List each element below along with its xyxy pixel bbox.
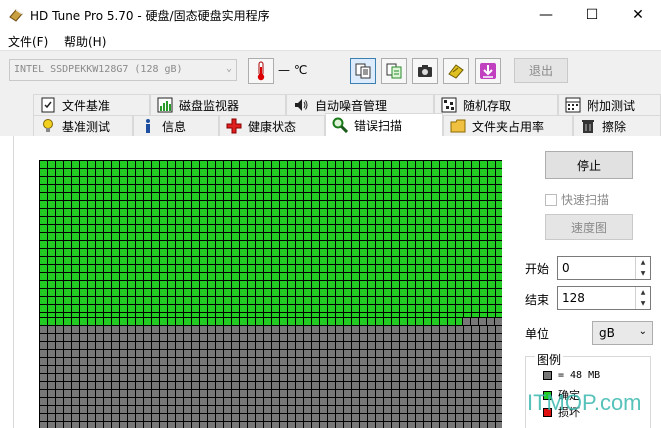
drive-select[interactable]: INTEL SSDPEKKW128G7 (128 gB) ⌄: [9, 59, 237, 81]
tab-disk-monitor[interactable]: 磁盘监视器: [150, 94, 286, 115]
health-icon: [226, 118, 242, 134]
menu-help[interactable]: 帮助(H): [64, 33, 106, 50]
window-title: HD Tune Pro 5.70 - 硬盘/固态硬盘实用程序: [30, 9, 270, 23]
start-value: 0: [562, 261, 570, 275]
end-value: 128: [562, 291, 585, 305]
exit-button[interactable]: 退出: [514, 58, 568, 83]
tab-label: 基准测试: [62, 119, 111, 134]
chevron-down-icon: ⌄: [225, 63, 232, 74]
disk-monitor-icon: [157, 97, 173, 113]
tab-label: 文件基准: [62, 98, 111, 113]
pending-blocks-partial-row: [462, 317, 502, 325]
tab-label: 错误扫描: [354, 118, 403, 133]
download-button[interactable]: [475, 58, 501, 84]
download-arrow-icon: [480, 63, 496, 79]
thermometer-icon: [257, 61, 265, 81]
random-access-icon: [441, 97, 457, 113]
tab-random-access[interactable]: 随机存取: [434, 94, 558, 115]
title-bar: HD Tune Pro 5.70 - 硬盘/固态硬盘实用程序 — ☐ ✕: [0, 0, 661, 30]
copy-icon: [355, 63, 371, 79]
tab-label: 自动噪音管理: [315, 98, 388, 113]
end-spinner[interactable]: ▲ ▼: [635, 287, 650, 309]
tab-folder-usage[interactable]: 文件夹占用率: [443, 115, 573, 136]
chevron-down-icon: ⌄: [638, 326, 647, 337]
unit-select[interactable]: gB ⌄: [592, 321, 653, 345]
temperature-button[interactable]: [248, 58, 274, 84]
trash-icon: [582, 120, 594, 133]
tab-extra-tests[interactable]: 附加测试: [558, 94, 661, 115]
legend-title: 图例: [535, 351, 564, 368]
tab-erase[interactable]: 擦除: [573, 115, 661, 136]
tab-health[interactable]: 健康状态: [219, 115, 325, 136]
tab-info[interactable]: 信息: [133, 115, 219, 136]
info-icon: [146, 119, 150, 133]
stop-button[interactable]: 停止: [545, 151, 633, 179]
tab-label: 随机存取: [463, 98, 512, 113]
scanned-blocks-ok: [39, 160, 502, 317]
scan-block-map: [39, 160, 502, 428]
extra-tests-icon: [565, 97, 581, 113]
folder-icon: [450, 119, 466, 133]
maximize-button[interactable]: ☐: [569, 0, 615, 30]
tab-label: 信息: [162, 119, 187, 134]
quick-scan-checkbox[interactable]: 快速扫描: [545, 191, 609, 208]
options-icon: [448, 64, 464, 79]
unit-label: 单位: [525, 327, 550, 341]
tab-noise-management[interactable]: 自动噪音管理: [286, 94, 434, 115]
tab-label: 附加测试: [587, 98, 636, 113]
tab-file-benchmark[interactable]: 文件基准: [33, 94, 150, 115]
legend-block-size: = 48 MB: [543, 370, 600, 381]
toolbar: INTEL SSDPEKKW128G7 (128 gB) ⌄ — ℃ 退出: [0, 50, 661, 90]
screenshot-button[interactable]: [412, 58, 438, 84]
end-label: 结束: [525, 293, 550, 307]
speed-map-button[interactable]: 速度图: [545, 214, 633, 240]
legend-gray-swatch: [543, 371, 552, 380]
tab-label: 擦除: [602, 119, 627, 134]
tab-strip: 文件基准 磁盘监视器 自动噪音管理 随机存取 附加测试 基准测试 信息 健康状态…: [0, 90, 661, 136]
close-button[interactable]: ✕: [615, 0, 661, 30]
spin-down-icon[interactable]: ▼: [636, 268, 650, 279]
quick-scan-label: 快速扫描: [561, 193, 610, 207]
tab-error-scan[interactable]: 错误扫描: [325, 113, 443, 136]
temperature-readout: — ℃: [278, 63, 308, 77]
copy-all-icon: [386, 63, 402, 79]
end-input[interactable]: 128 ▲ ▼: [557, 286, 651, 310]
start-input[interactable]: 0 ▲ ▼: [557, 256, 651, 280]
scanned-blocks-ok-partial-row: [39, 317, 462, 325]
watermark: ITMOP.com: [527, 390, 642, 415]
start-spinner[interactable]: ▲ ▼: [635, 257, 650, 279]
spin-up-icon[interactable]: ▲: [636, 257, 650, 268]
error-scan-panel: 停止 快速扫描 速度图 开始 0 ▲ ▼ 结束 128 ▲ ▼ 单位 gB ⌄ …: [13, 136, 661, 428]
magnifier-icon: [332, 117, 348, 133]
pending-blocks: [39, 325, 502, 428]
legend-block-size-text: = 48 MB: [558, 370, 601, 381]
tab-label: 文件夹占用率: [472, 119, 545, 134]
copy-all-button[interactable]: [381, 58, 407, 84]
app-logo-icon: [9, 9, 23, 22]
menu-file[interactable]: 文件(F): [8, 33, 48, 50]
file-benchmark-icon: [41, 97, 55, 113]
copy-info-button[interactable]: [350, 58, 376, 84]
tab-benchmark[interactable]: 基准测试: [33, 115, 133, 136]
checkbox-box[interactable]: [545, 193, 557, 206]
minimize-button[interactable]: —: [523, 0, 569, 30]
spin-down-icon[interactable]: ▼: [636, 298, 650, 309]
start-label: 开始: [525, 262, 550, 276]
camera-icon: [418, 65, 432, 77]
menu-bar: 文件(F) 帮助(H): [0, 30, 661, 50]
drive-select-value: INTEL SSDPEKKW128G7 (128 gB): [14, 64, 183, 75]
options-button[interactable]: [443, 58, 469, 84]
spin-up-icon[interactable]: ▲: [636, 287, 650, 298]
speaker-icon: [295, 99, 308, 111]
benchmark-icon: [43, 119, 53, 132]
tab-label: 磁盘监视器: [179, 98, 240, 113]
unit-value: gB: [599, 326, 615, 340]
tab-label: 健康状态: [248, 119, 297, 134]
